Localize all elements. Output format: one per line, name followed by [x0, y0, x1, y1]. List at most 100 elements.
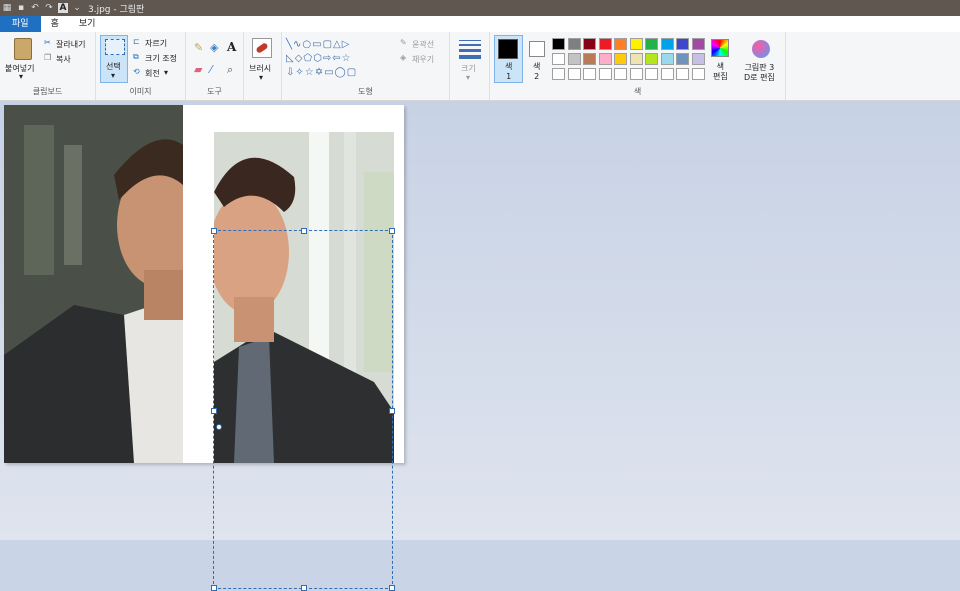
color-picker-icon[interactable]: ⁄	[210, 63, 212, 76]
palette-swatch[interactable]	[552, 53, 565, 65]
group-image: 선택 ▾ ⊏ 자르기 ⧉ 크기 조정 ⟲ 회전 ▾ 이미지	[96, 32, 186, 100]
palette-swatch[interactable]	[629, 38, 643, 50]
shapes-gallery[interactable]: ╲∿○▭▢△▷ ◺◇⬠⬡⇨⇦☆ ⇩✧☆✡▭◯▢	[286, 38, 390, 80]
crop-button[interactable]: 자르기	[145, 38, 167, 49]
color2-label[interactable]: 색 2	[533, 62, 540, 82]
window-title: 3.jpg - 그림판	[88, 4, 145, 15]
palette-swatch[interactable]	[614, 53, 627, 65]
selection-handle-ml[interactable]	[211, 408, 217, 414]
paste-dropdown-icon[interactable]: ▾	[19, 72, 23, 81]
selection-handle-bl[interactable]	[211, 585, 217, 591]
size-lines-icon[interactable]	[459, 40, 481, 59]
palette-swatch[interactable]	[660, 38, 674, 50]
undo-icon[interactable]: ↶	[30, 3, 40, 13]
cut-button[interactable]: 잘라내기	[56, 39, 85, 50]
customize-icon[interactable]: ⌄	[72, 3, 82, 13]
paint3d-button[interactable]: 그림판 3 D로 편집	[744, 63, 775, 83]
copy-button[interactable]: 복사	[56, 54, 71, 65]
palette-swatch[interactable]	[552, 68, 565, 80]
fill-button[interactable]: 채우기	[412, 54, 434, 65]
palette-swatch[interactable]	[614, 68, 627, 80]
selection-handle-bm[interactable]	[301, 585, 307, 591]
palette-swatch[interactable]	[583, 68, 596, 80]
color-palette	[552, 38, 708, 83]
edit-colors-button[interactable]: 색 편집	[713, 62, 728, 82]
group-brushes: 브러시 ▾	[244, 32, 282, 100]
shapes-row-3: ⇩✧☆✡▭◯▢	[286, 67, 358, 78]
palette-swatch[interactable]	[598, 68, 612, 80]
palette-swatch[interactable]	[691, 38, 705, 50]
resize-button[interactable]: 크기 조정	[145, 53, 177, 64]
size-dropdown-icon[interactable]: ▾	[466, 73, 470, 82]
redo-icon[interactable]: ↷	[44, 3, 54, 13]
selection-handle-tm[interactable]	[301, 228, 307, 234]
palette-swatch[interactable]	[629, 53, 643, 65]
rotate-button[interactable]: 회전	[145, 68, 160, 79]
title-bar: ▦ ▪ ↶ ↷ A ⌄ 3.jpg - 그림판	[0, 0, 960, 16]
palette-swatch[interactable]	[567, 53, 581, 65]
fill-icon: ◈	[400, 53, 407, 62]
selection-handle-tl[interactable]	[211, 228, 217, 234]
palette-swatch[interactable]	[583, 53, 596, 65]
paste-icon[interactable]	[14, 38, 32, 60]
palette-swatch[interactable]	[645, 68, 658, 80]
fill-bucket-icon[interactable]: ◈	[210, 41, 218, 54]
portrait-left-svg	[4, 105, 183, 463]
palette-swatch[interactable]	[676, 38, 689, 50]
group-size: 크기 ▾	[450, 32, 490, 100]
palette-swatch[interactable]	[614, 38, 627, 50]
group-label-image: 이미지	[129, 87, 152, 96]
text-icon[interactable]: A	[58, 3, 68, 13]
rotate-dropdown-icon[interactable]: ▾	[164, 68, 168, 77]
group-clipboard: 붙여넣기 ▾ ✂ 잘라내기 ❐ 복사 클립보드	[0, 32, 96, 100]
palette-swatch[interactable]	[660, 68, 674, 80]
canvas-area[interactable]	[0, 101, 960, 591]
tab-file[interactable]: 파일	[0, 16, 41, 32]
color1-swatch	[498, 39, 518, 59]
tab-view[interactable]: 보기	[69, 16, 106, 32]
palette-swatch[interactable]	[567, 38, 581, 50]
edit-colors-icon[interactable]	[711, 39, 729, 57]
select-dropdown-icon[interactable]: ▾	[111, 71, 115, 80]
selection-handle-br[interactable]	[389, 585, 395, 591]
app-icon: ▦	[2, 3, 12, 13]
scissors-icon: ✂	[44, 38, 51, 47]
canvas-resize-handle[interactable]	[216, 424, 222, 430]
palette-swatch[interactable]	[676, 68, 689, 80]
selection-handle-mr[interactable]	[389, 408, 395, 414]
color2-swatch[interactable]	[529, 41, 545, 57]
palette-swatch[interactable]	[629, 68, 643, 80]
resize-icon: ⧉	[133, 52, 139, 61]
brush-icon[interactable]	[252, 38, 272, 58]
group-label-shapes: 도형	[358, 87, 373, 96]
brushes-dropdown-icon[interactable]: ▾	[259, 73, 263, 82]
group-colors: 색 1 색 2 색 편집 색	[490, 32, 786, 100]
crop-icon: ⊏	[133, 37, 140, 46]
palette-swatch[interactable]	[598, 38, 612, 50]
palette-swatch[interactable]	[691, 53, 705, 65]
palette-swatch[interactable]	[645, 53, 658, 65]
group-shapes: ╲∿○▭▢△▷ ◺◇⬠⬡⇨⇦☆ ⇩✧☆✡▭◯▢ ✎ 윤곽선 ◈ 채우기 도형	[282, 32, 450, 100]
palette-swatch[interactable]	[645, 38, 658, 50]
save-icon[interactable]: ▪	[16, 3, 26, 13]
ribbon-tabs: 파일 홈 보기	[0, 16, 960, 33]
selection-handle-tr[interactable]	[389, 228, 395, 234]
copy-icon: ❐	[44, 53, 52, 62]
select-rect-icon	[105, 39, 125, 55]
eraser-icon[interactable]: ▰	[194, 63, 202, 76]
palette-swatch[interactable]	[583, 38, 596, 50]
selection-rectangle[interactable]	[211, 228, 395, 591]
paint3d-icon[interactable]	[752, 40, 770, 58]
palette-swatch[interactable]	[691, 68, 705, 80]
outline-button[interactable]: 윤곽선	[412, 39, 434, 50]
shapes-row-1: ╲∿○▭▢△▷	[286, 39, 351, 50]
palette-swatch[interactable]	[598, 53, 612, 65]
pencil-icon[interactable]: ✎	[194, 41, 203, 54]
magnifier-icon[interactable]: ⌕	[227, 63, 233, 77]
palette-swatch[interactable]	[567, 68, 581, 80]
tab-home[interactable]: 홈	[41, 16, 69, 32]
palette-swatch[interactable]	[660, 53, 674, 65]
text-tool-icon[interactable]: A	[227, 40, 236, 54]
palette-swatch[interactable]	[676, 53, 689, 65]
palette-swatch[interactable]	[552, 38, 565, 50]
